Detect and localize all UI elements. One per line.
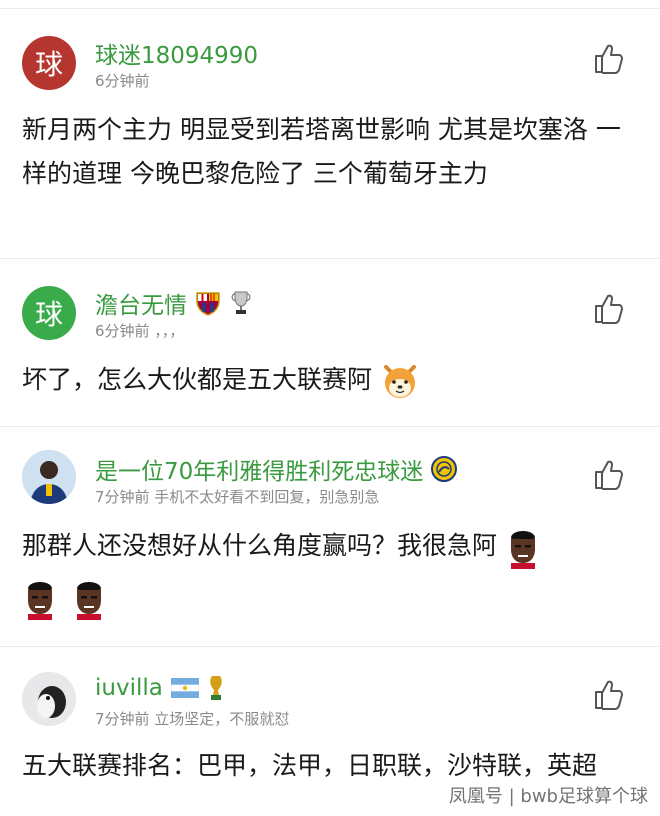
avatar[interactable]: 球	[22, 36, 76, 90]
avatar-photo-icon	[22, 672, 76, 726]
comment-text: 新月两个主力 明显受到若塔离世影响 尤其是坎塞洛 一样的道理 今晚巴黎危险了 三…	[22, 115, 621, 188]
thumbs-up-icon[interactable]	[592, 678, 626, 712]
comment-meta: 6分钟前	[95, 72, 150, 90]
comment-meta: 7分钟前 立场坚定，不服就怼	[95, 710, 290, 728]
username-text[interactable]: 澹台无情	[95, 286, 187, 320]
player-sticker-icon	[510, 531, 535, 569]
sticker-row	[22, 576, 107, 620]
comment-text: 坏了，怎么大伙都是五大联赛阿	[22, 365, 373, 394]
divider	[0, 8, 660, 9]
username[interactable]: 是一位70年利雅得胜利死忠球迷	[95, 452, 458, 486]
thumbs-up-icon[interactable]	[592, 458, 626, 492]
divider	[0, 646, 660, 647]
comment-text: 那群人还没想好从什么角度赢吗？我很急阿	[22, 531, 498, 560]
player-sticker-icon	[28, 582, 52, 620]
divider	[0, 258, 660, 259]
divider	[0, 426, 660, 427]
shiba-dog-emoji-icon	[383, 365, 416, 398]
avatar[interactable]	[22, 450, 76, 504]
comment-meta: 7分钟前 手机不太好看不到回复，别急别急	[95, 488, 380, 506]
avatar[interactable]	[22, 672, 76, 726]
watermark: 凤凰号 | bwb足球算个球	[448, 786, 648, 807]
username-text[interactable]: 是一位70年利雅得胜利死忠球迷	[95, 452, 423, 486]
username-text[interactable]: iuvilla	[95, 675, 163, 701]
player-sticker-icon	[77, 582, 102, 620]
username-text[interactable]: 球迷18094990	[95, 36, 258, 70]
username[interactable]: 澹台无情	[95, 286, 253, 320]
thumbs-up-icon[interactable]	[592, 292, 626, 326]
avatar-text: 球	[34, 48, 63, 81]
world-cup-trophy-icon	[210, 676, 222, 700]
thumbs-up-icon[interactable]	[592, 42, 626, 76]
comment-meta: 6分钟前 ，，，	[95, 322, 185, 340]
username[interactable]: 球迷18094990	[95, 36, 258, 70]
avatar-photo-icon	[22, 450, 76, 504]
fc-barcelona-badge-icon	[196, 292, 220, 316]
al-nassr-badge-icon	[431, 456, 458, 482]
avatar-text: 球	[34, 298, 63, 331]
avatar[interactable]: 球	[22, 286, 76, 340]
comment-text-row: 那群人还没想好从什么角度赢吗？我很急阿	[22, 524, 642, 569]
argentina-flag-icon	[170, 678, 199, 698]
comment-text-row: 坏了，怎么大伙都是五大联赛阿	[22, 358, 642, 402]
username[interactable]: iuvilla	[95, 674, 225, 702]
trophy-icon	[231, 291, 251, 314]
